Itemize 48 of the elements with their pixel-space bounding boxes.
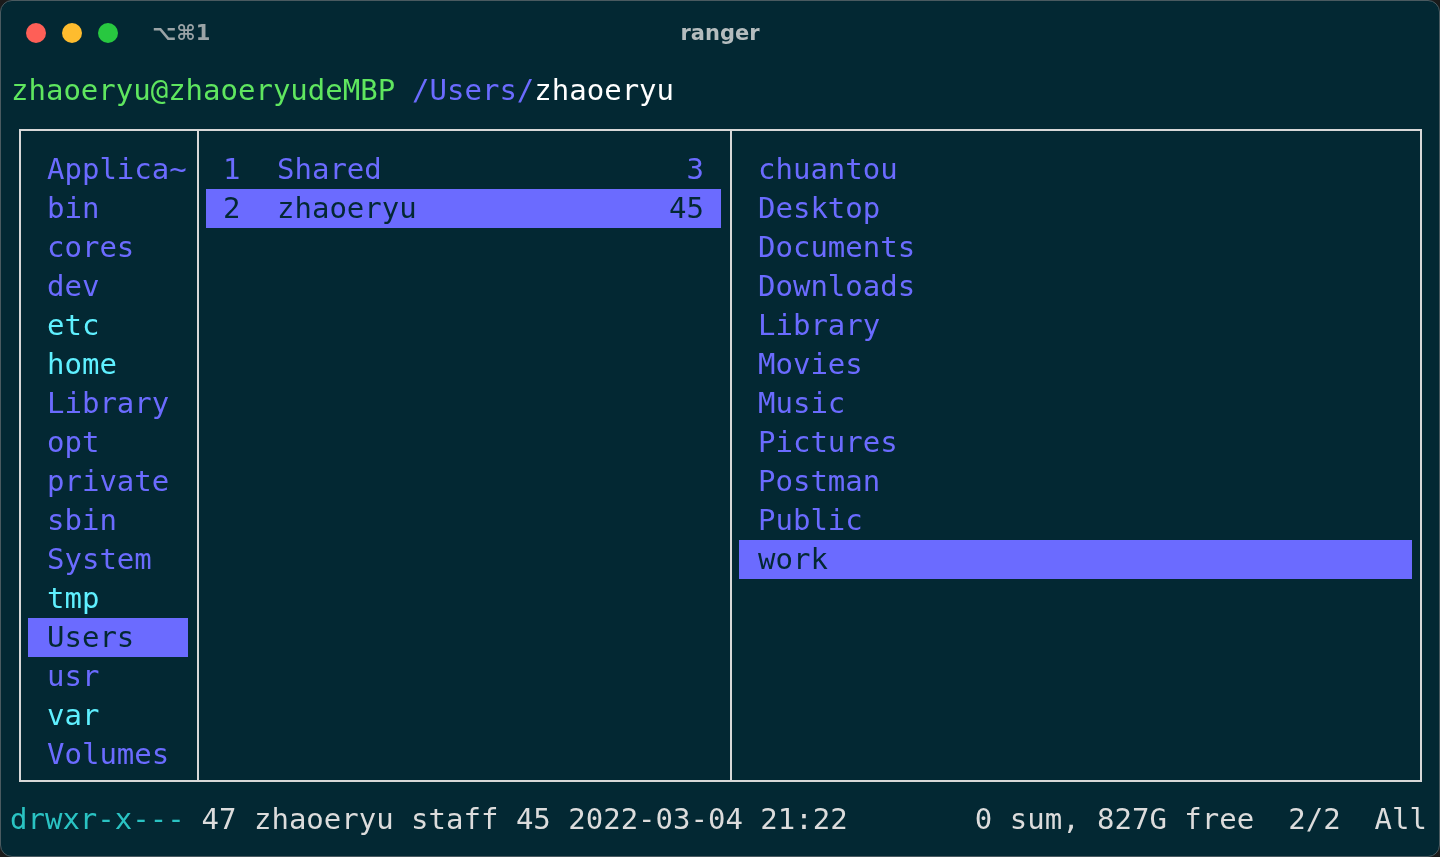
file-entry[interactable]: Public: [739, 500, 1412, 540]
file-entry[interactable]: Downloads: [739, 266, 1412, 306]
file-info: 47 zhaoeryu staff 45 2022-03-04 21:22: [201, 801, 848, 836]
file-entry[interactable]: var: [28, 695, 188, 735]
file-entry[interactable]: Users: [28, 617, 188, 657]
scroll-status: All: [1374, 801, 1427, 836]
position: 2/2: [1288, 801, 1341, 836]
file-entry[interactable]: sbin: [28, 500, 188, 540]
path-parent: /Users/: [412, 73, 535, 108]
entry-count: 45: [669, 189, 704, 227]
file-entry[interactable]: etc: [28, 305, 188, 345]
file-entry[interactable]: 1 Shared 3: [206, 149, 721, 189]
file-entry[interactable]: Applica~: [28, 149, 188, 189]
close-button[interactable]: [26, 23, 46, 44]
file-entry[interactable]: bin: [28, 188, 188, 228]
minimize-button[interactable]: [62, 23, 82, 44]
file-entry[interactable]: 2 zhaoeryu 45: [206, 188, 721, 228]
file-entry[interactable]: Music: [739, 383, 1412, 423]
file-entry[interactable]: opt: [28, 422, 188, 462]
permissions: drwxr-x---: [10, 801, 185, 836]
file-entry[interactable]: tmp: [28, 578, 188, 618]
entry-number: 2: [223, 189, 242, 227]
file-entry[interactable]: cores: [28, 227, 188, 267]
entry-name: zhaoeryu: [277, 189, 418, 227]
window-title: ranger: [680, 21, 760, 46]
entry-name: Shared: [277, 150, 383, 188]
file-entry[interactable]: System: [28, 539, 188, 579]
file-entry[interactable]: usr: [28, 656, 188, 696]
user-host: zhaoeryu@zhaoeryudeMBP: [11, 73, 396, 108]
file-entry[interactable]: private: [28, 461, 188, 501]
file-entry[interactable]: Volumes: [28, 734, 188, 774]
file-entry[interactable]: Library: [739, 305, 1412, 345]
entry-count: 3: [686, 150, 704, 188]
file-entry[interactable]: dev: [28, 266, 188, 306]
file-entry[interactable]: home: [28, 344, 188, 384]
file-entry[interactable]: Desktop: [739, 188, 1412, 228]
file-entry[interactable]: Library: [28, 383, 188, 423]
file-entry[interactable]: Pictures: [739, 422, 1412, 462]
file-entry[interactable]: Movies: [739, 344, 1412, 384]
entry-number: 1: [223, 150, 242, 188]
zoom-button[interactable]: [98, 23, 118, 44]
file-entry[interactable]: work: [739, 539, 1412, 579]
disk-info: 0 sum, 827G free: [974, 801, 1255, 836]
file-entry[interactable]: chuantou: [739, 149, 1412, 189]
path-current: zhaoeryu: [534, 73, 674, 108]
file-entry[interactable]: Postman: [739, 461, 1412, 501]
tab-shortcut: ⌥⌘1: [152, 21, 211, 46]
file-entry[interactable]: Documents: [739, 227, 1412, 267]
